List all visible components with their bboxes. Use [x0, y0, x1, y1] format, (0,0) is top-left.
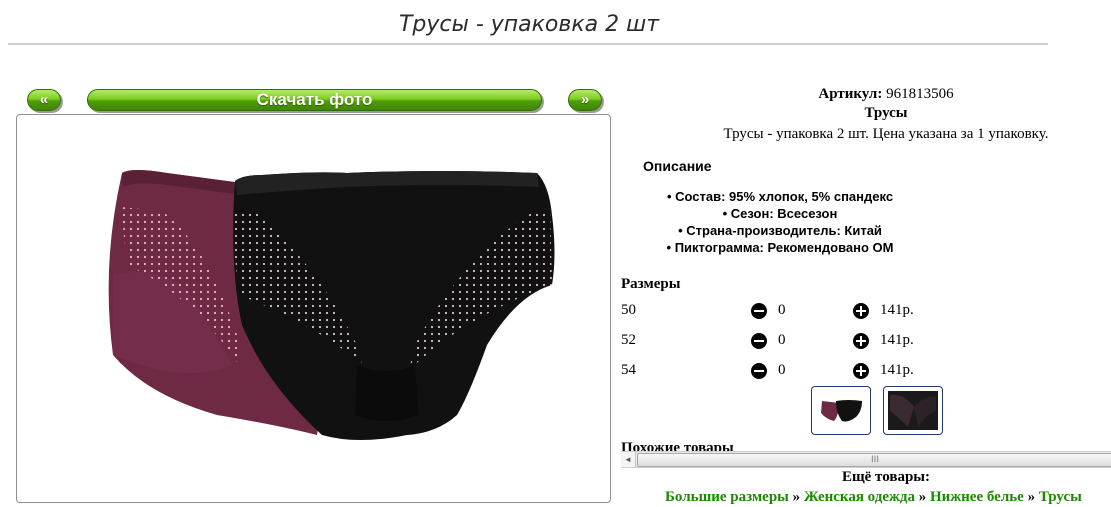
description-heading: Описание	[643, 158, 712, 174]
breadcrumb-link-underwear[interactable]: Нижнее белье	[930, 489, 1024, 505]
size-label: 50	[621, 302, 636, 318]
horizontal-scrollbar[interactable]: ◄ III	[621, 451, 1111, 468]
description-item-season: Сезон: Всесезон	[560, 206, 1000, 221]
thumbnail-image	[821, 400, 862, 422]
size-row: 50 0 141р.	[621, 302, 921, 322]
minus-icon[interactable]	[751, 303, 767, 319]
product-short-description: Трусы - упаковка 2 шт. Цена указана за 1…	[723, 126, 1049, 142]
article-label: Артикул:	[818, 86, 883, 102]
price-label: 141р.	[880, 362, 914, 378]
minus-icon[interactable]	[751, 333, 767, 349]
sizes-heading: Размеры	[621, 276, 681, 292]
product-photo-image	[108, 170, 555, 440]
breadcrumb-separator: »	[1027, 489, 1036, 505]
article-value: 961813506	[886, 86, 954, 102]
plus-icon[interactable]	[853, 363, 869, 379]
product-name: Трусы	[864, 105, 908, 121]
thumbnail-both-briefs[interactable]	[811, 386, 871, 435]
page-title: Трусы - упаковка 2 шт	[398, 12, 660, 37]
next-photo-button[interactable]: »	[568, 89, 602, 111]
description-item-composition: Состав: 95% хлопок, 5% спандекс	[560, 189, 1000, 204]
size-row: 52 0 141р.	[621, 332, 921, 352]
scroll-left-arrow-icon[interactable]: ◄	[621, 452, 636, 467]
plus-icon[interactable]	[853, 303, 869, 319]
breadcrumb-link-womens-clothing[interactable]: Женская одежда	[804, 489, 915, 505]
size-row: 54 0 141р.	[621, 362, 921, 382]
description-item-pictogram: Пиктограмма: Рекомендовано ОМ	[560, 240, 1000, 255]
breadcrumb: Большие размеры » Женская одежда » Нижне…	[665, 489, 1082, 506]
plus-icon[interactable]	[853, 333, 869, 349]
scrollbar-thumb[interactable]: III	[637, 453, 1111, 467]
breadcrumb-separator: »	[792, 489, 801, 505]
article-line: Артикул: 961813506	[610, 86, 1111, 103]
breadcrumb-link-plus-size[interactable]: Большие размеры	[665, 489, 789, 505]
quantity-value: 0	[778, 332, 786, 348]
breadcrumb-separator: »	[918, 489, 927, 505]
more-products-heading: Ещё товары:	[841, 469, 931, 485]
thumbnail-image	[888, 391, 938, 430]
quantity-value: 0	[778, 302, 786, 318]
title-divider	[8, 43, 1048, 45]
size-label: 54	[621, 362, 636, 378]
prev-photo-button[interactable]: «	[27, 89, 61, 111]
price-label: 141р.	[880, 332, 914, 348]
download-photo-button[interactable]: Скачать фото	[87, 89, 542, 111]
thumbnail-black-briefs[interactable]	[883, 386, 943, 435]
product-photo[interactable]	[16, 114, 611, 503]
breadcrumb-link-briefs[interactable]: Трусы	[1039, 489, 1082, 505]
similar-products-heading: Похожие товары	[621, 440, 734, 451]
quantity-value: 0	[778, 362, 786, 378]
price-label: 141р.	[880, 302, 914, 318]
description-item-country: Страна-производитель: Китай	[560, 223, 1000, 238]
size-label: 52	[621, 332, 636, 348]
minus-icon[interactable]	[751, 363, 767, 379]
